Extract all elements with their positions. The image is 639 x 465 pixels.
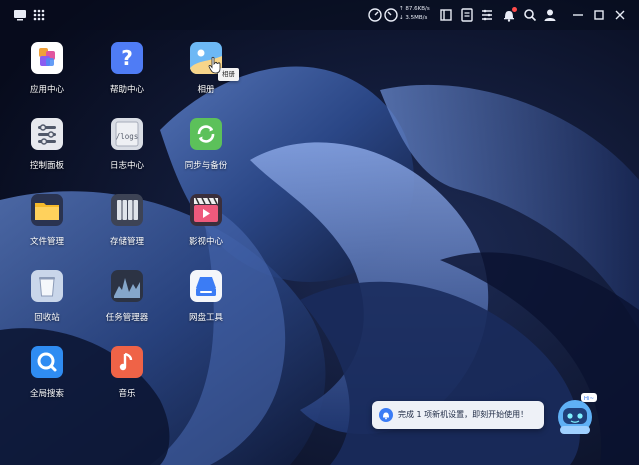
app-label: 应用中心 (29, 85, 64, 95)
control-panel-icon (31, 118, 63, 150)
app-center[interactable]: 应用中心 (12, 42, 82, 104)
app-label: 全局搜索 (29, 389, 64, 399)
storage-manager[interactable]: 存储管理 (92, 194, 162, 256)
task-manager[interactable]: 任务管理器 (92, 270, 162, 332)
storage-icon (111, 194, 143, 226)
app-label: 相册 (197, 85, 215, 95)
app-center-icon (31, 42, 63, 74)
svg-text:?: ? (121, 46, 133, 70)
hand-cursor-icon (208, 56, 221, 74)
bell-icon[interactable] (500, 6, 518, 24)
settings-panel-icon[interactable] (478, 6, 496, 24)
video-center[interactable]: 影视中心 (171, 194, 241, 256)
robot-assistant-icon[interactable]: Hi~ (555, 393, 597, 437)
global-search[interactable]: 全局搜索 (12, 346, 82, 408)
minimize-icon[interactable] (569, 6, 587, 24)
app-label: 控制面板 (29, 161, 64, 171)
help-icon: ? (111, 42, 143, 74)
top-bar: ↑ 87.6KB/s ↓ 3.5MB/s (0, 0, 639, 30)
app-label: 音乐 (118, 389, 136, 399)
global-search-icon (31, 346, 63, 378)
close-icon[interactable] (611, 6, 629, 24)
sync-backup-icon (190, 118, 222, 150)
net-upload: ↑ 87.6KB/s (399, 6, 430, 12)
cpu-gauge-icon[interactable] (382, 6, 400, 24)
app-label: 日志中心 (109, 161, 144, 171)
app-label: 任务管理器 (105, 313, 149, 323)
log-tile-text: /logs (116, 132, 139, 141)
cloud-drive-icon (190, 270, 222, 302)
assistant-badge: Hi~ (584, 396, 595, 402)
net-download: ↓ 3.5MB/s (399, 15, 428, 21)
task-manager-icon (111, 270, 143, 302)
search-icon[interactable] (521, 6, 539, 24)
desktop-icon[interactable] (11, 6, 29, 24)
file-manager[interactable]: 文件管理 (12, 194, 82, 256)
app-label: 存储管理 (109, 237, 144, 247)
user-icon[interactable] (541, 6, 559, 24)
help-center[interactable]: ? 帮助中心 (92, 42, 162, 104)
app-label: 回收站 (34, 313, 60, 323)
folder-icon (31, 194, 63, 226)
sync-backup[interactable]: 同步与备份 (171, 118, 241, 180)
notification-text: 完成 1 项新机设置，即刻开始使用！ (398, 410, 529, 419)
maximize-icon[interactable] (590, 6, 608, 24)
video-icon (190, 194, 222, 226)
log-center-icon: /logs (111, 118, 143, 150)
notification-dot (512, 7, 517, 12)
notification-icon (379, 408, 393, 422)
app-label: 同步与备份 (184, 161, 228, 171)
app-label: 帮助中心 (109, 85, 144, 95)
setup-notification[interactable]: 完成 1 项新机设置，即刻开始使用！ (372, 401, 544, 429)
app-label: 影视中心 (188, 237, 223, 247)
grid-apps-icon[interactable] (30, 6, 48, 24)
log-center[interactable]: /logs 日志中心 (92, 118, 162, 180)
control-panel[interactable]: 控制面板 (12, 118, 82, 180)
recycle-bin[interactable]: 回收站 (12, 270, 82, 332)
task-list-icon[interactable] (437, 6, 455, 24)
app-label: 文件管理 (29, 237, 64, 247)
network-speed: ↑ 87.6KB/s ↓ 3.5MB/s (399, 5, 437, 25)
trash-icon (31, 270, 63, 302)
cloud-drive-tools[interactable]: 网盘工具 (171, 270, 241, 332)
app-label: 网盘工具 (188, 313, 223, 323)
music-icon (111, 346, 143, 378)
music[interactable]: 音乐 (92, 346, 162, 408)
id-card-icon[interactable] (458, 6, 476, 24)
